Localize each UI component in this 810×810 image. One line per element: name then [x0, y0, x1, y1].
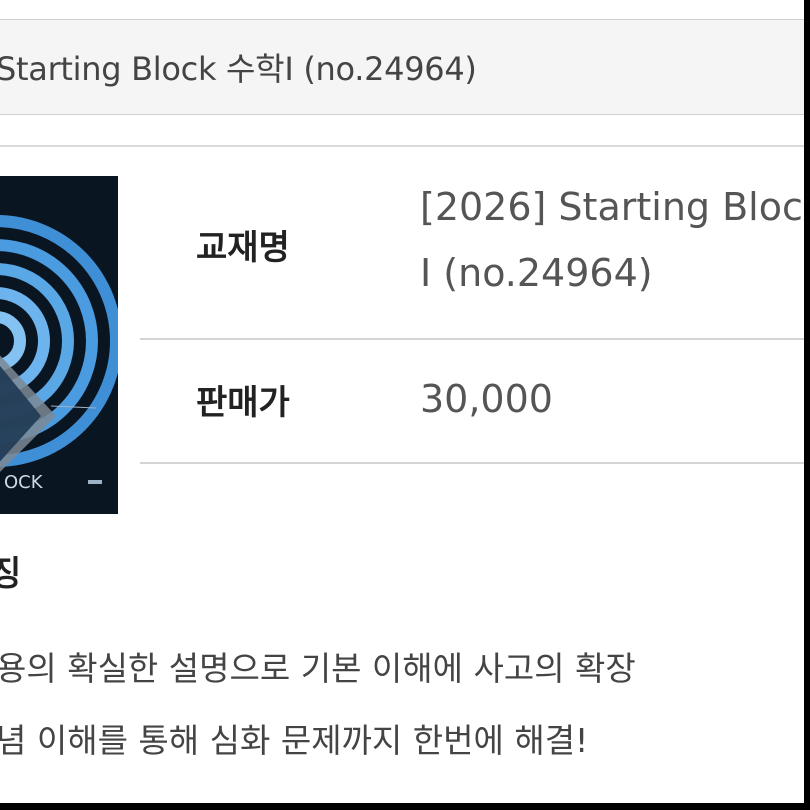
- cover-title: OCK: [4, 472, 44, 493]
- divider: [0, 145, 804, 147]
- cover-art: OCK: [0, 176, 118, 514]
- page-title: Starting Block 수학Ⅰ (no.24964): [0, 50, 477, 88]
- product-page: Starting Block 수학Ⅰ (no.24964) OCK 교재명 [2…: [0, 0, 804, 803]
- divider: [140, 338, 804, 340]
- name-label: 교재명: [196, 228, 290, 268]
- features-heading: 징: [0, 554, 22, 594]
- feature-line-2: 념 이해를 통해 심화 문제까지 한번에 해결!: [0, 721, 589, 760]
- divider: [140, 462, 804, 464]
- name-value-line1: [2026] Starting Block: [420, 185, 804, 229]
- price-label: 판매가: [196, 383, 290, 423]
- feature-line-1: 용의 확실한 설명으로 기본 이해에 사고의 확장: [0, 649, 636, 688]
- name-value-line2: Ⅰ (no.24964): [420, 251, 653, 295]
- book-cover-image[interactable]: OCK: [0, 176, 118, 514]
- price-value: 30,000: [420, 377, 553, 421]
